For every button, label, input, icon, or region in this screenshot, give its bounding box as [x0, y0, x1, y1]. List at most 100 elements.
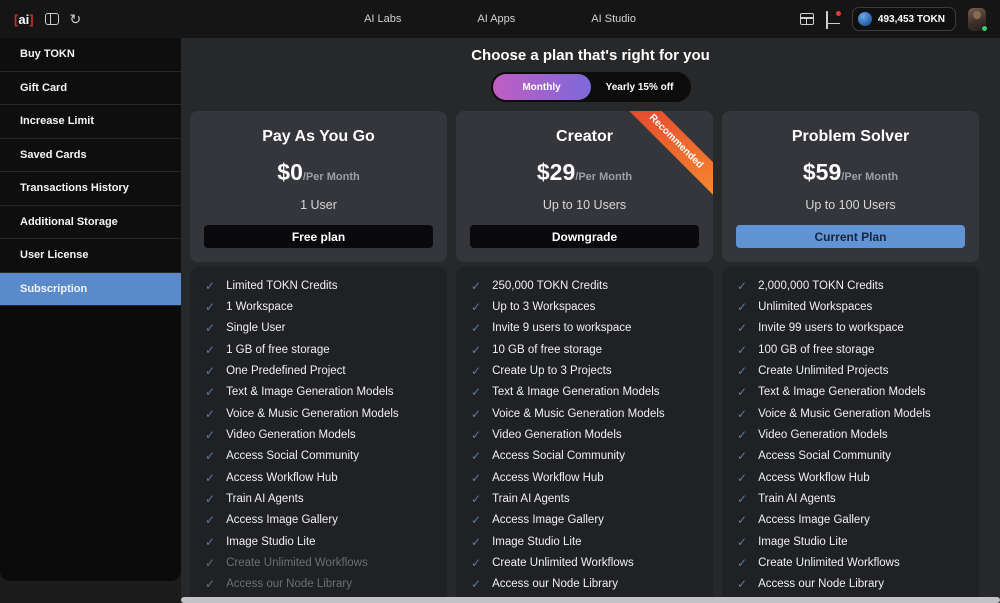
plan-period: /Per Month	[303, 171, 360, 183]
horizontal-scrollbar[interactable]	[181, 597, 1000, 603]
current-plan-button[interactable]: Current Plan	[736, 225, 965, 248]
feature-row: ✓ One Predefined Project	[205, 360, 432, 381]
feature-row: ✓ Video Generation Models	[205, 424, 432, 445]
sidebar-item-buy-tokn[interactable]: Buy TOKN	[0, 38, 181, 72]
plan-feature-list: ✓ 2,000,000 TOKN Credits ✓ Unlimited Wor…	[722, 267, 979, 603]
feature-label: Access Social Community	[226, 450, 359, 462]
plan-header: Recommended Creator $29 /Per Month Up to…	[456, 111, 713, 262]
sidebar-item-subscription[interactable]: Subscription	[0, 273, 181, 307]
checkmark-icon: ✓	[205, 449, 215, 463]
feature-label: Image Studio Lite	[226, 536, 316, 548]
nav-ai-studio[interactable]: AI Studio	[591, 13, 636, 25]
plan-users: Up to 100 Users	[736, 198, 965, 212]
feature-label: One Predefined Project	[226, 365, 346, 377]
plan-feature-list: ✓ Limited TOKN Credits ✓ 1 Workspace ✓ S…	[190, 267, 447, 603]
sidebar-item-label: Transactions History	[20, 182, 129, 194]
feature-label: Create Unlimited Workflows	[758, 557, 900, 569]
checkmark-icon: ✓	[737, 535, 747, 549]
subscription-page: Choose a plan that's right for you Month…	[181, 38, 1000, 603]
feature-row: ✓ Access Image Gallery	[471, 510, 698, 531]
checkmark-icon: ✓	[737, 577, 747, 591]
user-avatar[interactable]	[968, 8, 986, 31]
feature-row: ✓ Video Generation Models	[737, 424, 964, 445]
checkmark-icon: ✓	[737, 364, 747, 378]
sidebar-item-increase-limit[interactable]: Increase Limit	[0, 105, 181, 139]
notification-dot	[836, 11, 841, 16]
checkmark-icon: ✓	[737, 321, 747, 335]
feature-row: ✓ 250,000 TOKN Credits	[471, 275, 698, 296]
feature-label: Access our Node Library	[492, 578, 618, 590]
checkmark-icon: ✓	[737, 492, 747, 506]
feature-row: ✓ Invite 99 users to workspace	[737, 318, 964, 339]
topbar-right: 493,453 TOKN	[800, 7, 986, 31]
plan-card-creator: Recommended Creator $29 /Per Month Up to…	[456, 111, 713, 603]
checkmark-icon: ✓	[471, 385, 481, 399]
feature-row: ✓ 10 GB of free storage	[471, 339, 698, 360]
downgrade-button[interactable]: Downgrade	[470, 225, 699, 248]
checkmark-icon: ✓	[471, 513, 481, 527]
plan-price: $0	[277, 159, 303, 186]
checkmark-icon: ✓	[205, 428, 215, 442]
feature-row: ✓ Video Generation Models	[471, 424, 698, 445]
nav-ai-apps[interactable]: AI Apps	[477, 13, 515, 25]
feature-row: ✓ Access Workflow Hub	[471, 467, 698, 488]
feature-row: ✓ Text & Image Generation Models	[471, 382, 698, 403]
feature-label: 1 Workspace	[226, 301, 293, 313]
feature-label: Create Unlimited Workflows	[492, 557, 634, 569]
toggle-monthly[interactable]: Monthly	[493, 74, 591, 100]
refresh-icon[interactable]: ↻	[70, 12, 82, 26]
feature-row: ✓ Limited TOKN Credits	[205, 275, 432, 296]
sidebar-item-saved-cards[interactable]: Saved Cards	[0, 139, 181, 173]
toggle-yearly[interactable]: Yearly 15% off	[591, 74, 689, 100]
feature-row: ✓ Image Studio Lite	[737, 531, 964, 552]
app-logo[interactable]: [ai]	[14, 12, 34, 27]
plan-card-problem-solver: Problem Solver $59 /Per Month Up to 100 …	[722, 111, 979, 603]
checkmark-icon: ✓	[471, 364, 481, 378]
checkmark-icon: ✓	[471, 471, 481, 485]
checkmark-icon: ✓	[737, 300, 747, 314]
checkmark-icon: ✓	[471, 577, 481, 591]
checkmark-icon: ✓	[737, 428, 747, 442]
token-balance-pill[interactable]: 493,453 TOKN	[852, 7, 956, 31]
feature-row: ✓ Access our Node Library	[737, 574, 964, 595]
sidebar-item-user-license[interactable]: User License	[0, 239, 181, 273]
sidebar-toggle-icon[interactable]	[45, 13, 59, 25]
sidebar-item-label: Subscription	[20, 283, 87, 295]
feature-row: ✓ 1 GB of free storage	[205, 339, 432, 360]
feature-row: ✓ Train AI Agents	[471, 488, 698, 509]
checkmark-icon: ✓	[471, 428, 481, 442]
feature-label: Video Generation Models	[758, 429, 888, 441]
notifications-bell-icon[interactable]	[826, 12, 840, 27]
feature-label: Access our Node Library	[758, 578, 884, 590]
feature-label: Voice & Music Generation Models	[492, 408, 665, 420]
feature-label: Text & Image Generation Models	[226, 386, 393, 398]
plan-users: 1 User	[204, 198, 433, 212]
billing-period-toggle: Monthly Yearly 15% off	[491, 72, 691, 102]
feature-label: Train AI Agents	[226, 493, 304, 505]
feature-label: Create Unlimited Projects	[758, 365, 888, 377]
free-plan-button[interactable]: Free plan	[204, 225, 433, 248]
nav-ai-labs[interactable]: AI Labs	[364, 13, 401, 25]
sidebar-item-additional-storage[interactable]: Additional Storage	[0, 206, 181, 240]
checkmark-icon: ✓	[737, 556, 747, 570]
checkmark-icon: ✓	[471, 492, 481, 506]
feature-label: 100 GB of free storage	[758, 344, 874, 356]
feature-label: Create Up to 3 Projects	[492, 365, 612, 377]
checkmark-icon: ✓	[205, 364, 215, 378]
apps-grid-icon[interactable]	[800, 13, 814, 25]
feature-row: ✓ Voice & Music Generation Models	[737, 403, 964, 424]
checkmark-icon: ✓	[737, 279, 747, 293]
feature-row: ✓ Access Image Gallery	[737, 510, 964, 531]
main-nav: AI Labs AI Apps AI Studio	[364, 0, 636, 38]
feature-label: Access Social Community	[758, 450, 891, 462]
feature-label: Voice & Music Generation Models	[758, 408, 931, 420]
plan-period: /Per Month	[575, 171, 632, 183]
sidebar-item-transactions-history[interactable]: Transactions History	[0, 172, 181, 206]
plan-feature-list: ✓ 250,000 TOKN Credits ✓ Up to 3 Workspa…	[456, 267, 713, 603]
sidebar-item-gift-card[interactable]: Gift Card	[0, 72, 181, 106]
checkmark-icon: ✓	[471, 556, 481, 570]
plan-name: Problem Solver	[736, 128, 965, 146]
plan-price: $59	[803, 159, 841, 186]
checkmark-icon: ✓	[205, 300, 215, 314]
page-title: Choose a plan that's right for you	[181, 47, 1000, 64]
